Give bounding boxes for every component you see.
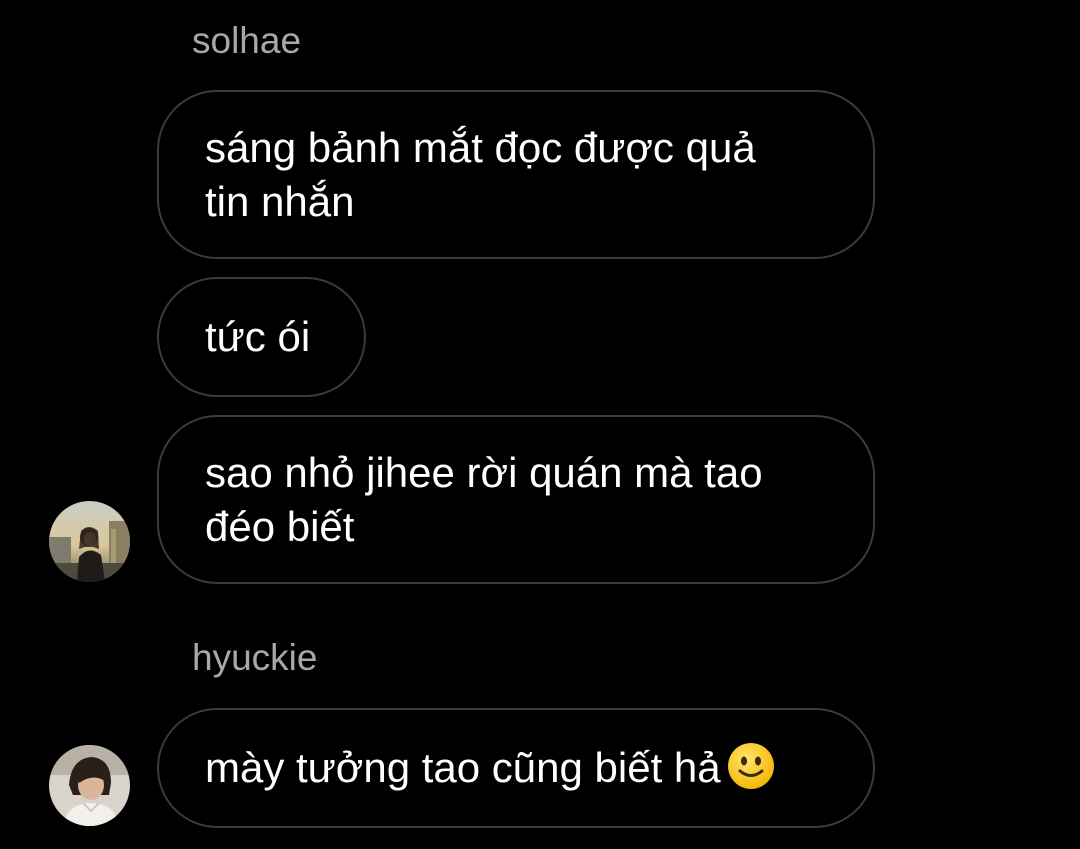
message-bubble[interactable]: sao nhỏ jihee rời quán mà tao đéo biết — [157, 415, 875, 584]
message-text: mày tưởng tao cũng biết hả — [205, 741, 775, 795]
profile-photo-icon — [49, 501, 130, 582]
message-bubble[interactable]: mày tưởng tao cũng biết hả — [157, 708, 875, 828]
message-text: sao nhỏ jihee rời quán mà tao đéo biết — [205, 448, 763, 550]
sender-name-solhae: solhae — [192, 20, 302, 61]
sender-name-hyuckie: hyuckie — [192, 637, 318, 678]
message-bubble[interactable]: tức ói — [157, 277, 366, 397]
avatar-solhae[interactable] — [49, 501, 130, 582]
slightly-smiling-face-icon — [727, 742, 775, 790]
message-text: sáng bảnh mắt đọc được quả tin nhắn — [205, 123, 756, 225]
message-bubble[interactable]: sáng bảnh mắt đọc được quả tin nhắn — [157, 90, 875, 259]
message-text-content: mày tưởng tao cũng biết hả — [205, 744, 721, 791]
avatar-hyuckie[interactable] — [49, 745, 130, 826]
profile-photo-icon — [49, 745, 130, 826]
message-text: tức ói — [205, 313, 311, 360]
